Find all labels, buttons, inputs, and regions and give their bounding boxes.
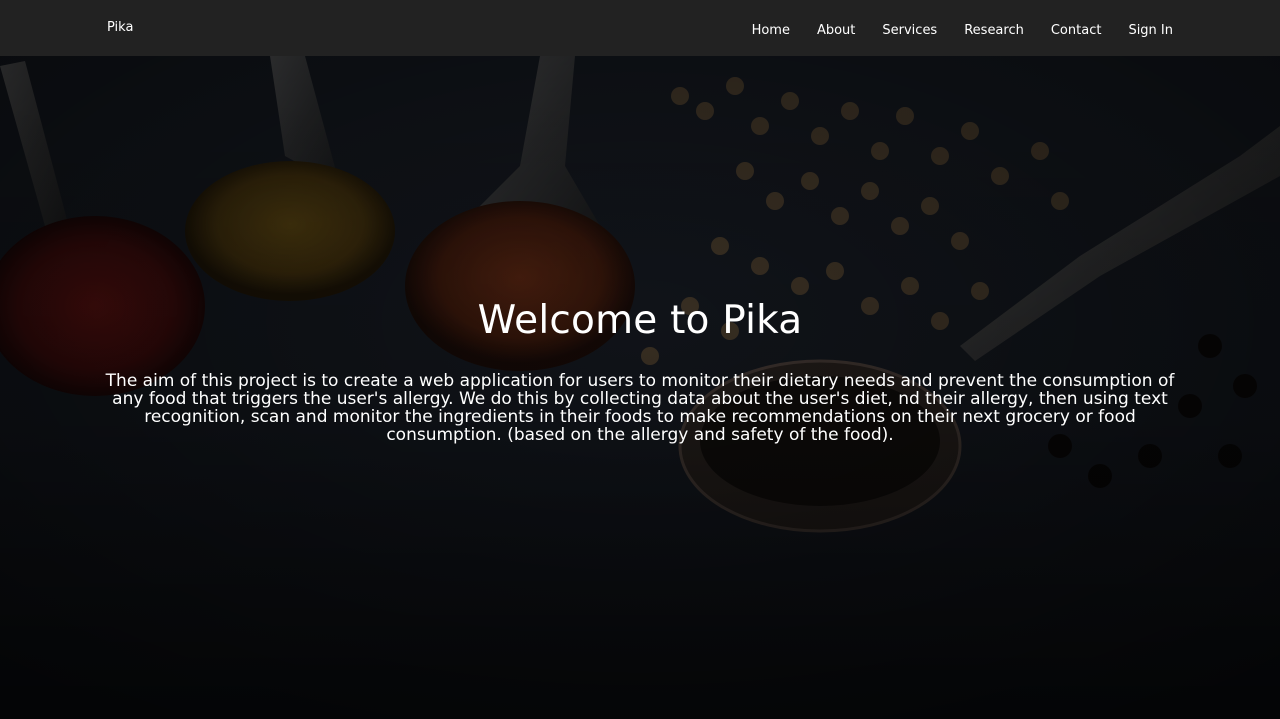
nav-item-research: Research <box>964 19 1024 38</box>
brand-link[interactable]: Pika <box>107 0 133 56</box>
nav-link-research[interactable]: Research <box>964 23 1024 38</box>
nav-link-home[interactable]: Home <box>752 23 790 38</box>
top-navbar: Pika Home About Services Research Contac… <box>0 0 1280 56</box>
nav-link-services[interactable]: Services <box>882 23 937 38</box>
nav-menu: Home About Services Research Contact Sig… <box>752 0 1173 56</box>
nav-link-about[interactable]: About <box>817 23 855 38</box>
nav-item-sign-in: Sign In <box>1128 19 1173 38</box>
hero-description: The aim of this project is to create a w… <box>105 371 1175 445</box>
hero-title: Welcome to Pika <box>477 298 803 343</box>
nav-item-home: Home <box>752 19 790 38</box>
nav-item-services: Services <box>882 19 937 38</box>
nav-item-about: About <box>817 19 855 38</box>
nav-link-sign-in[interactable]: Sign In <box>1128 23 1173 38</box>
hero-section: Welcome to Pika The aim of this project … <box>0 56 1280 719</box>
nav-item-contact: Contact <box>1051 19 1102 38</box>
nav-link-contact[interactable]: Contact <box>1051 23 1102 38</box>
